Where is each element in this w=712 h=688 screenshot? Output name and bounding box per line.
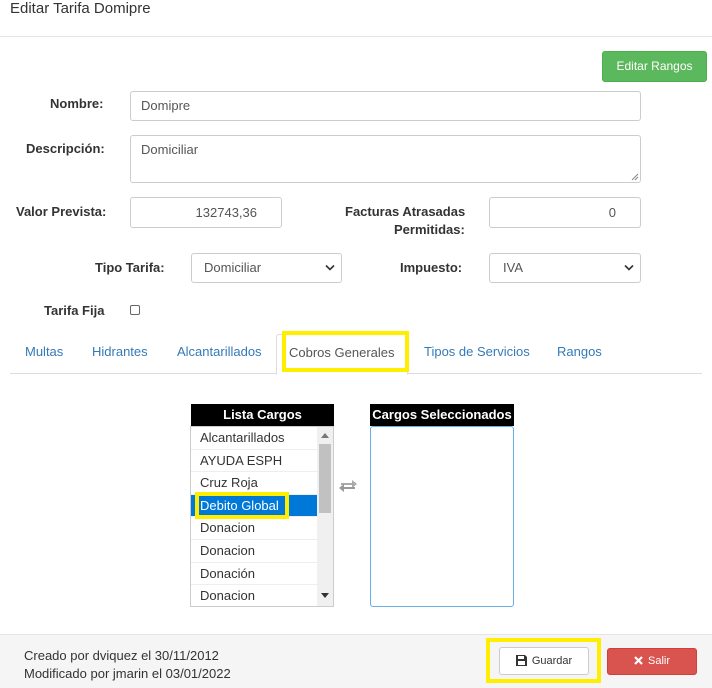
nombre-label: Nombre:	[50, 96, 104, 111]
descripcion-textarea[interactable]: Domiciliar	[130, 135, 641, 183]
tipo-tarifa-value: Domiciliar	[204, 260, 262, 275]
tab-hidrantes[interactable]: Hidrantes	[80, 334, 160, 374]
list-item[interactable]: Donacion	[191, 540, 317, 563]
tabs-bar: Multas Hidrantes Alcantarillados Cobros …	[10, 334, 702, 375]
salir-label: Salir	[647, 655, 670, 667]
lista-cargos-listbox[interactable]: Alcantarillados AYUDA ESPH Cruz Roja Deb…	[190, 426, 334, 607]
guardar-button[interactable]: Guardar	[499, 647, 589, 675]
list-item-selected[interactable]: Debito Global	[191, 494, 317, 518]
scroll-thumb[interactable]	[319, 444, 331, 513]
exchange-icon[interactable]	[338, 479, 358, 493]
chevron-down-icon	[624, 264, 634, 271]
modal-header: Editar Tarifa Domipre	[0, 0, 712, 37]
tab-alcantarillados[interactable]: Alcantarillados	[165, 334, 274, 374]
facturas-label-line1: Facturas Atrasadas	[345, 204, 466, 219]
salir-button[interactable]: Salir	[607, 648, 697, 675]
floppy-icon	[515, 655, 527, 666]
valor-prevista-value: 132743,36	[195, 205, 257, 220]
list-item[interactable]: Alcantarillados	[191, 427, 317, 450]
tab-tipos-de-servicios[interactable]: Tipos de Servicios	[412, 334, 542, 374]
tab-cobros-generales[interactable]: Cobros Generales	[276, 334, 408, 375]
valor-prevista-label: Valor Prevista:	[16, 204, 107, 219]
tab-rangos[interactable]: Rangos	[545, 334, 614, 374]
tipo-tarifa-select[interactable]: Domiciliar	[191, 253, 342, 283]
list-item[interactable]: Donacion	[191, 517, 317, 540]
list-item[interactable]: Cruz Roja	[191, 472, 317, 495]
list-item[interactable]: AYUDA ESPH	[191, 450, 317, 473]
chevron-down-icon	[325, 264, 335, 271]
nombre-value: Domipre	[141, 98, 191, 113]
created-text: Creado por dviquez el 30/11/2012	[24, 648, 219, 663]
tipo-tarifa-label: Tipo Tarifa:	[95, 260, 165, 275]
cargos-seleccionados-listbox[interactable]	[370, 426, 514, 607]
tarifa-fija-checkbox[interactable]	[130, 305, 140, 315]
times-icon	[634, 656, 643, 665]
modified-text: Modificado por jmarin el 03/01/2022	[24, 666, 231, 681]
lista-scrollbar[interactable]	[317, 427, 333, 606]
modal-title: Editar Tarifa Domipre	[10, 0, 151, 17]
facturas-atrasadas-input[interactable]: 0	[489, 197, 641, 228]
cargos-seleccionados-header: Cargos Seleccionados	[370, 404, 514, 426]
impuesto-select[interactable]: IVA	[489, 253, 641, 283]
valor-prevista-input[interactable]: 132743,36	[130, 197, 282, 228]
list-item[interactable]: Donacion	[191, 585, 317, 606]
facturas-atrasadas-value: 0	[608, 205, 616, 220]
scroll-up-icon[interactable]	[321, 432, 329, 438]
impuesto-label: Impuesto:	[400, 260, 463, 275]
impuesto-value: IVA	[503, 260, 523, 275]
resize-handle-icon[interactable]	[631, 173, 639, 181]
nombre-input[interactable]: Domipre	[130, 91, 641, 121]
guardar-label: Guardar	[531, 655, 573, 667]
tarifa-fija-label: Tarifa Fija	[44, 303, 105, 318]
lista-cargos-header: Lista Cargos	[191, 404, 334, 426]
descripcion-value: Domiciliar	[141, 142, 199, 157]
list-item[interactable]: Donación	[191, 563, 317, 586]
tab-multas[interactable]: Multas	[13, 334, 75, 374]
facturas-label-line2: Permitidas:	[394, 222, 465, 237]
scroll-down-icon[interactable]	[321, 593, 329, 599]
descripcion-label: Descripción:	[26, 141, 105, 156]
editar-rangos-button[interactable]: Editar Rangos	[602, 51, 707, 82]
